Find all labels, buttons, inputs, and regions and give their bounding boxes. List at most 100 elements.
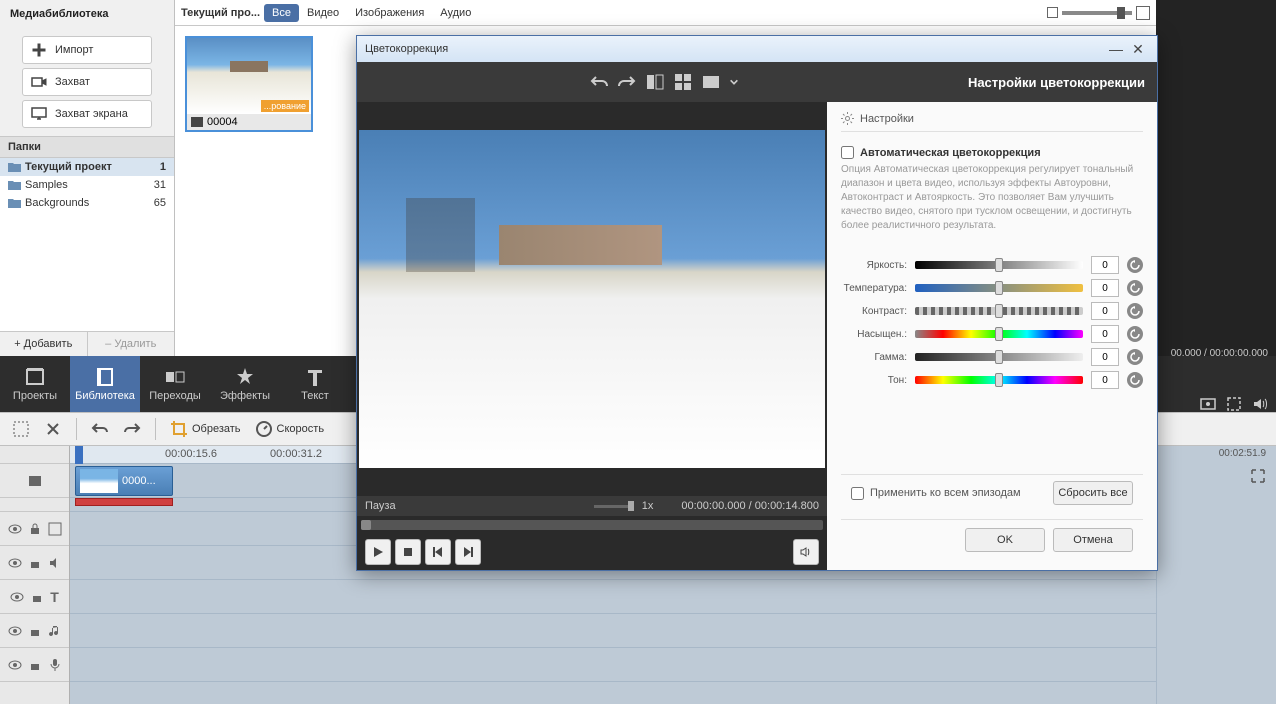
slider-label: Контраст: <box>841 306 907 317</box>
slider-reset-button[interactable] <box>1127 280 1143 296</box>
slider-thumb[interactable] <box>995 327 1003 341</box>
auto-checkbox-label[interactable]: Автоматическая цветокоррекция <box>841 146 1143 159</box>
slider-value-input[interactable] <box>1091 371 1119 389</box>
folder-item[interactable]: Backgrounds65 <box>0 194 174 212</box>
voice-track-header[interactable] <box>0 648 69 682</box>
volume-icon[interactable] <box>1252 396 1268 412</box>
zoom-slider[interactable] <box>1062 11 1132 15</box>
progress-bar[interactable] <box>361 520 823 530</box>
split-button[interactable] <box>8 416 34 442</box>
slider-track[interactable] <box>915 307 1083 315</box>
compare-full-icon[interactable] <box>701 72 721 92</box>
minimize-button[interactable]: — <box>1105 40 1127 58</box>
slider-reset-button[interactable] <box>1127 372 1143 388</box>
play-button[interactable] <box>365 539 391 565</box>
capture-button[interactable]: Захват <box>22 68 152 96</box>
filter-tab-Все[interactable]: Все <box>264 4 299 22</box>
module-tab-library[interactable]: Библиотека <box>70 356 140 412</box>
slider-track[interactable] <box>915 284 1083 292</box>
text-track[interactable] <box>70 580 1156 614</box>
redo-icon[interactable] <box>617 72 637 92</box>
mute-button[interactable] <box>793 539 819 565</box>
screen-capture-button[interactable]: Захват экрана <box>22 100 152 128</box>
delete-button[interactable] <box>40 416 66 442</box>
next-frame-button[interactable] <box>455 539 481 565</box>
voice-track[interactable] <box>70 648 1156 682</box>
playhead[interactable] <box>75 446 83 464</box>
delete-folder-button[interactable]: – Удалить <box>88 332 175 356</box>
video-track-header[interactable] <box>0 464 69 498</box>
crop-button[interactable]: Обрезать <box>166 416 245 442</box>
slider-track[interactable] <box>915 353 1083 361</box>
slider-thumb[interactable] <box>995 373 1003 387</box>
video-clip[interactable]: 0000... <box>75 466 173 496</box>
add-folder-button[interactable]: + Добавить <box>0 332 88 356</box>
slider-thumb[interactable] <box>995 350 1003 364</box>
folders-list: Текущий проект1Samples31Backgrounds65 <box>0 158 174 331</box>
slider-value-input[interactable] <box>1091 279 1119 297</box>
folder-item[interactable]: Samples31 <box>0 176 174 194</box>
cancel-button[interactable]: Отмена <box>1053 528 1133 552</box>
media-thumbnail[interactable]: ...рование 00004 <box>185 36 313 132</box>
music-track[interactable] <box>70 614 1156 648</box>
speed-button[interactable]: Скорость <box>251 416 329 442</box>
music-track-header[interactable] <box>0 614 69 648</box>
slider-label: Температура: <box>841 283 907 294</box>
module-tab-transitions[interactable]: Переходы <box>140 356 210 412</box>
slider-reset-button[interactable] <box>1127 257 1143 273</box>
slider-track[interactable] <box>915 261 1083 269</box>
import-button[interactable]: Импорт <box>22 36 152 64</box>
slider-thumb[interactable] <box>995 258 1003 272</box>
dialog-title: Цветокоррекция <box>365 43 448 55</box>
capture-frame-icon[interactable] <box>1226 396 1242 412</box>
scissors-icon <box>12 420 30 438</box>
reset-all-button[interactable]: Сбросить все <box>1053 481 1133 505</box>
apply-all-checkbox[interactable] <box>851 487 864 500</box>
module-tab-projects[interactable]: Проекты <box>0 356 70 412</box>
module-tab-text[interactable]: Текст <box>280 356 350 412</box>
breadcrumb: Текущий про... <box>181 7 260 19</box>
filter-tab-Изображения[interactable]: Изображения <box>347 4 432 22</box>
snapshot-icon[interactable] <box>1200 396 1216 412</box>
overlay-track-header[interactable] <box>0 512 69 546</box>
stop-button[interactable] <box>395 539 421 565</box>
slider-value-input[interactable] <box>1091 256 1119 274</box>
audio-track-header[interactable] <box>0 546 69 580</box>
compare-grid-icon[interactable] <box>673 72 693 92</box>
module-tab-effects[interactable]: Эффекты <box>210 356 280 412</box>
undo-icon[interactable] <box>589 72 609 92</box>
playback-speed: 1x <box>642 500 654 512</box>
speed-slider[interactable] <box>594 505 634 508</box>
filter-tab-Аудио[interactable]: Аудио <box>432 4 479 22</box>
text-track-header[interactable]: T <box>0 580 69 614</box>
slider-reset-button[interactable] <box>1127 303 1143 319</box>
chevron-down-icon[interactable] <box>729 72 739 92</box>
auto-checkbox[interactable] <box>841 146 854 159</box>
slider-label: Яркость: <box>841 260 907 271</box>
playback-status: Пауза <box>365 500 396 512</box>
thumbnail-zoom[interactable] <box>1047 6 1150 20</box>
library-title: Медиабиблиотека <box>0 0 174 28</box>
slider-track[interactable] <box>915 376 1083 384</box>
slider-thumb[interactable] <box>995 304 1003 318</box>
audio-clip[interactable] <box>75 498 173 506</box>
slider-track[interactable] <box>915 330 1083 338</box>
slider-value-input[interactable] <box>1091 325 1119 343</box>
ok-button[interactable]: OK <box>965 528 1045 552</box>
close-button[interactable]: ✕ <box>1127 40 1149 58</box>
undo-button[interactable] <box>87 416 113 442</box>
dialog-preview: Пауза 1x 00:00:00.000 / 00:00:14.800 <box>357 102 827 570</box>
redo-button[interactable] <box>119 416 145 442</box>
apply-all-label[interactable]: Применить ко всем эпизодам <box>851 487 1021 500</box>
prev-frame-button[interactable] <box>425 539 451 565</box>
slider-thumb[interactable] <box>995 281 1003 295</box>
slider-value-input[interactable] <box>1091 302 1119 320</box>
slider-reset-button[interactable] <box>1127 349 1143 365</box>
dialog-titlebar[interactable]: Цветокоррекция — ✕ <box>357 36 1157 62</box>
expand-button[interactable] <box>1250 468 1266 487</box>
compare-split-icon[interactable] <box>645 72 665 92</box>
slider-reset-button[interactable] <box>1127 326 1143 342</box>
slider-value-input[interactable] <box>1091 348 1119 366</box>
filter-tab-Видео[interactable]: Видео <box>299 4 347 22</box>
folder-item[interactable]: Текущий проект1 <box>0 158 174 176</box>
